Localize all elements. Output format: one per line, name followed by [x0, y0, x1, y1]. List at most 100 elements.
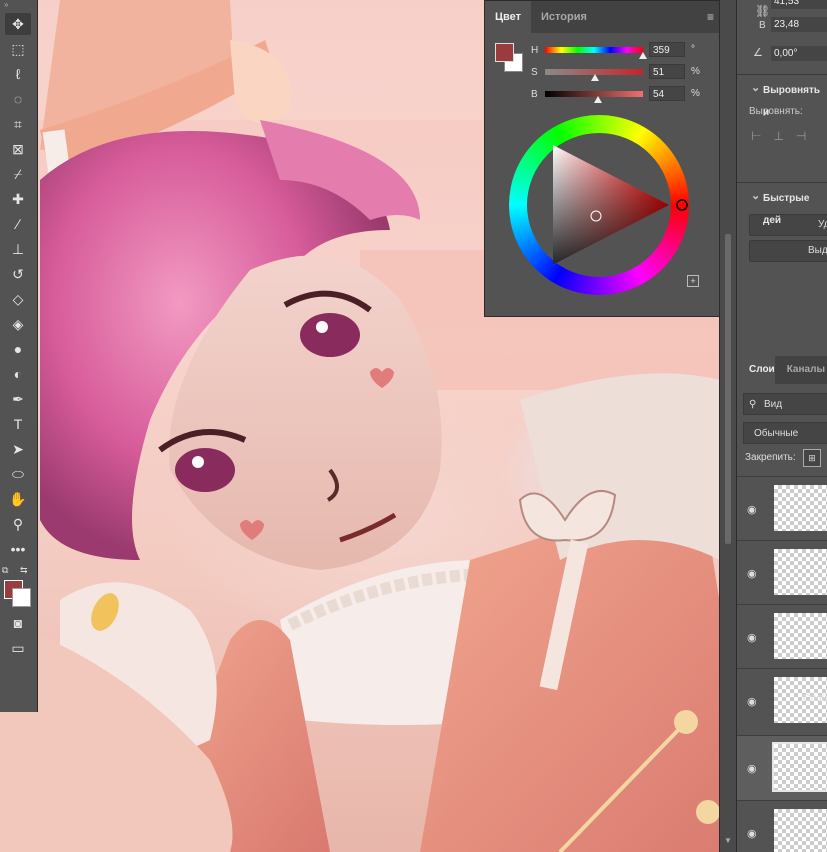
hue-value-field[interactable]: 359 [649, 42, 685, 57]
type-tool-icon[interactable]: T [5, 413, 31, 435]
stamp-tool-icon[interactable]: ⊥ [5, 238, 31, 260]
visibility-eye-icon[interactable]: ◉ [747, 567, 757, 580]
brush-tool-icon[interactable]: ∕ [5, 213, 31, 235]
lock-transparency-icon[interactable]: ⊞ [803, 449, 821, 467]
layer-row[interactable]: ◉ [737, 735, 827, 800]
move-tool-icon[interactable]: ✥ [5, 13, 31, 35]
right-panels: ⛓ 41,53 В 23,48 ∠ 0,00° Выровнять и Выро… [736, 0, 827, 852]
layer-row[interactable]: ◉ [737, 540, 827, 605]
angle-field[interactable]: 0,00° [771, 46, 827, 61]
hue-track[interactable] [545, 47, 643, 53]
color-wheel[interactable] [509, 115, 689, 295]
ellipse-tool-icon[interactable]: ⬭ [5, 463, 31, 485]
background-color-swatch[interactable] [12, 588, 31, 607]
align-section-title[interactable]: Выровнять и [751, 77, 827, 118]
visibility-eye-icon[interactable]: ◉ [747, 631, 757, 644]
layer-filter-value: Вид [764, 399, 783, 410]
blend-mode-select[interactable]: Обычные [743, 422, 827, 444]
brightness-unit: % [691, 88, 700, 99]
lock-row: Закрепить: ⊞ [745, 449, 821, 467]
quick-select-tool-icon[interactable]: ◌ [5, 88, 31, 110]
panel-foreground-swatch[interactable] [495, 43, 514, 62]
tab-layers[interactable]: Слои [737, 356, 775, 384]
angle-icon: ∠ [753, 47, 763, 59]
layer-thumbnail [774, 549, 827, 595]
align-panel: Выровнять и Выровнять: ⊢⊥⊣ [737, 77, 827, 183]
height-field[interactable]: 23,48 [771, 17, 827, 32]
eraser-tool-icon[interactable]: ◇ [5, 288, 31, 310]
saturation-slider[interactable]: S 51 % [531, 64, 711, 81]
brightness-value-field[interactable]: 54 [649, 86, 685, 101]
marquee-tool-icon[interactable]: ⬚ [5, 38, 31, 60]
visibility-eye-icon[interactable]: ◉ [747, 762, 757, 775]
align-label: Выровнять: [749, 106, 803, 117]
quick-actions-title[interactable]: Быстрые дей [751, 185, 827, 226]
layer-row[interactable]: ◉ [737, 800, 827, 852]
layer-thumbnail [774, 809, 827, 852]
tab-channels[interactable]: Каналы [775, 356, 825, 384]
layers-tabs: Слои Каналы [737, 356, 827, 384]
width-field[interactable]: 41,53 [771, 0, 827, 9]
tab-history[interactable]: История [531, 1, 597, 33]
color-panel-tabs: Цвет История ≡ [485, 1, 720, 33]
layer-row[interactable]: ◉ Слой [737, 668, 827, 733]
panel-grip-icon[interactable]: » [0, 0, 37, 10]
height-label: В [759, 20, 766, 31]
eyedropper-tool-icon[interactable]: ⌿ [5, 163, 31, 185]
zoom-tool-icon[interactable]: ⚲ [5, 513, 31, 535]
quick-action-button-2[interactable]: Выде [749, 240, 827, 262]
lock-label: Закрепить: [745, 452, 796, 463]
default-colors-icon[interactable]: ⧉ [2, 565, 8, 576]
screen-mode-icon[interactable]: ▭ [5, 637, 31, 659]
visibility-eye-icon[interactable]: ◉ [747, 503, 757, 516]
lasso-tool-icon[interactable]: ℓ [5, 63, 31, 85]
layer-row[interactable]: ◉ [737, 604, 827, 669]
layer-name: Слой [803, 693, 827, 704]
brightness-thumb[interactable] [593, 96, 602, 103]
tab-color[interactable]: Цвет [485, 1, 532, 33]
visibility-eye-icon[interactable]: ◉ [747, 827, 757, 840]
frame-tool-icon[interactable]: ⊠ [5, 138, 31, 160]
history-brush-tool-icon[interactable]: ↺ [5, 263, 31, 285]
panel-scrollbar[interactable]: ▼ [719, 0, 736, 852]
layer-row[interactable]: ◉ [737, 476, 827, 541]
color-swatches: ⧉ ⇆ [0, 563, 37, 609]
blur-tool-icon[interactable]: ● [5, 338, 31, 360]
align-right-icon[interactable]: ⊣ [796, 129, 818, 143]
align-center-icon[interactable]: ⊥ [773, 129, 795, 143]
align-left-icon[interactable]: ⊢ [751, 129, 773, 143]
scroll-down-icon[interactable]: ▼ [724, 836, 732, 845]
saturation-value-field[interactable]: 51 [649, 64, 685, 79]
hue-slider[interactable]: H 359 ° [531, 42, 711, 59]
quick-actions-panel: Быстрые дей Уд Выде [737, 185, 827, 350]
color-panel: Цвет История ≡ H 359 ° S 51 % B 54 % + [484, 0, 721, 317]
pen-tool-icon[interactable]: ✒ [5, 388, 31, 410]
hue-thumb[interactable] [638, 52, 647, 59]
more-tools-icon[interactable]: ••• [5, 538, 31, 560]
layer-filter-field[interactable]: ⚲ Вид [743, 393, 827, 415]
layer-thumbnail [774, 613, 827, 659]
hue-label: H [531, 45, 539, 56]
brightness-slider[interactable]: B 54 % [531, 86, 711, 103]
healing-brush-tool-icon[interactable]: ✚ [5, 188, 31, 210]
panel-menu-icon[interactable]: ≡ [707, 11, 714, 23]
dodge-tool-icon[interactable]: ◐ [5, 363, 31, 385]
quick-mask-icon[interactable]: ◙ [5, 612, 31, 634]
saturation-unit: % [691, 66, 700, 77]
hue-picker[interactable] [676, 199, 688, 211]
color-triangle[interactable] [509, 115, 689, 295]
layer-thumbnail [774, 485, 827, 531]
add-swatch-icon[interactable]: + [687, 275, 699, 287]
visibility-eye-icon[interactable]: ◉ [747, 695, 757, 708]
hue-unit: ° [691, 44, 695, 55]
brightness-label: B [531, 89, 538, 100]
swap-colors-icon[interactable]: ⇆ [20, 565, 28, 576]
saturation-thumb[interactable] [590, 74, 599, 81]
crop-tool-icon[interactable]: ⌗ [5, 113, 31, 135]
link-icon[interactable]: ⛓ [755, 4, 770, 18]
quick-action-button-1[interactable]: Уд [749, 214, 827, 236]
scrollbar-thumb[interactable] [725, 234, 731, 544]
hand-tool-icon[interactable]: ✋ [5, 488, 31, 510]
path-select-tool-icon[interactable]: ➤ [5, 438, 31, 460]
paint-bucket-tool-icon[interactable]: ◈ [5, 313, 31, 335]
